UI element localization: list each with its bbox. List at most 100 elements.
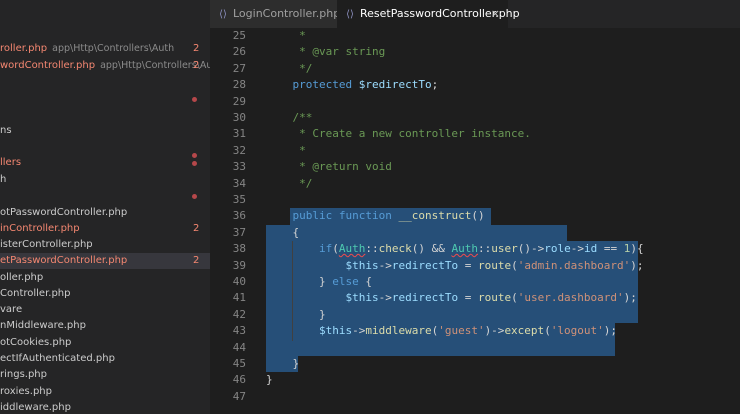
explorer-file-row[interactable]: otPasswordController.php (0, 205, 210, 221)
code-token: = (458, 291, 478, 305)
code-line: 34 */ (210, 176, 740, 192)
code-token: :: (477, 242, 492, 256)
code-token: middleware (365, 324, 432, 338)
file-name: roller.php (0, 43, 48, 54)
code-token: )-> (484, 324, 505, 338)
error-dot-icon (192, 161, 197, 166)
code-line: 43 $this->middleware('guest')->except('l… (210, 323, 740, 339)
explorer-file-row[interactable]: rings.php (0, 367, 210, 383)
explorer-file-row[interactable]: inController.php 2 (0, 221, 210, 237)
tab-login-controller[interactable]: ⟨⟩ LoginController.php (210, 0, 341, 28)
explorer-file-row[interactable]: Controller.php (0, 286, 210, 302)
file-name: isterController.php (0, 239, 93, 250)
code-text: } (266, 372, 273, 388)
file-name: Controller.php (0, 288, 71, 299)
code-token: () (471, 209, 485, 223)
code-line: 36 public function __construct() (210, 208, 740, 224)
code-token: protected (266, 78, 359, 92)
line-number: 35 (232, 193, 246, 206)
code-text: */ (266, 176, 312, 192)
code-text: * @return void (266, 159, 392, 175)
explorer-file-row[interactable]: ns (0, 123, 210, 139)
code-token: ); (630, 258, 644, 272)
code-token: ){ (630, 242, 644, 256)
explorer-file-row[interactable]: ectIfAuthenticated.php (0, 351, 210, 367)
code-line: 32 * (210, 143, 740, 159)
code-line: 25 * (210, 28, 740, 44)
file-name: inController.php (0, 223, 80, 234)
code-token: id (583, 242, 598, 256)
code-token: check (378, 242, 412, 256)
explorer-file-row[interactable]: h (0, 172, 210, 188)
explorer-file-row[interactable] (0, 107, 210, 123)
code-token: = (458, 258, 478, 272)
code-editor[interactable]: 25 * 26 * @var string 27 */28 protected $r… (210, 28, 740, 414)
code-token: ( (511, 258, 518, 272)
explorer-file-row[interactable]: roller.php app\Http\Controllers\Auth 2 (0, 41, 210, 57)
line-number: 33 (232, 160, 246, 174)
code-text: } else { (266, 274, 372, 290)
line-number: 29 (232, 94, 246, 108)
code-token: role (544, 242, 571, 256)
code-line: 45 } (210, 356, 740, 372)
explorer-file-row[interactable]: nMiddleware.php (0, 318, 210, 334)
explorer-file-row[interactable]: otCookies.php (0, 335, 210, 351)
line-number: 30 (232, 111, 246, 124)
code-token: route (477, 291, 512, 305)
code-token: Auth (451, 242, 478, 256)
explorer-file-row[interactable]: wordController.php app\Http\Controllers\A… (0, 58, 210, 74)
code-line: 29 (210, 94, 740, 110)
code-text: /** (266, 110, 312, 126)
line-number: 46 (232, 373, 246, 387)
code-token: user (491, 242, 518, 256)
file-name: ectIfAuthenticated.php (0, 353, 115, 364)
code-token: } (266, 275, 333, 288)
line-number: 27 (232, 61, 246, 75)
code-token: except (504, 324, 545, 338)
code-text: public function __construct() (266, 208, 485, 224)
tab-label: LoginController.php (233, 7, 341, 20)
code-token: } (266, 357, 300, 370)
explorer-file-row[interactable]: roxies.php (0, 384, 210, 400)
explorer-file-row[interactable]: iddleware.php (0, 400, 210, 414)
error-dot-icon (192, 194, 197, 199)
code-line: 37 { (210, 225, 740, 241)
explorer-file-row[interactable]: llers (0, 155, 210, 171)
code-token: } (266, 373, 273, 387)
code-line: 26 * @var string (210, 44, 740, 60)
code-token: ( (511, 291, 518, 305)
problem-count-badge: 2 (193, 223, 200, 234)
close-icon[interactable]: × (491, 0, 500, 28)
file-name: wordController.php (0, 60, 96, 71)
explorer-file-row[interactable] (0, 91, 210, 107)
explorer-file-row[interactable]: oller.php (0, 270, 210, 286)
file-name: otCookies.php (0, 337, 72, 348)
code-token: } (266, 307, 326, 321)
code-line: 27 */ (210, 61, 740, 77)
explorer-file-row[interactable]: etPasswordController.php 2 (0, 253, 210, 269)
file-name: roxies.php (0, 386, 52, 397)
line-number: 42 (232, 307, 246, 321)
code-text: * Create a new controller instance. (266, 126, 531, 142)
code-token: 'user.dashboard' (517, 291, 624, 305)
code-token: -> (378, 258, 392, 272)
problem-count-badge: 2 (193, 255, 200, 266)
code-line: 40 } else { (210, 274, 740, 290)
file-name: rings.php (0, 369, 47, 380)
code-text: */ (266, 61, 312, 77)
code-token: route (477, 258, 512, 272)
explorer-file-row[interactable] (0, 188, 210, 204)
line-number: 32 (232, 143, 246, 157)
file-name: ns (0, 125, 12, 136)
code-token: $this (266, 258, 379, 272)
code-token: ( (332, 242, 339, 256)
code-token: /** (266, 111, 313, 124)
explorer-file-row[interactable]: vare (0, 302, 210, 318)
code-token: if (266, 242, 333, 256)
tab-reset-password-controller[interactable]: ⟨⟩ ResetPasswordController.php × (337, 0, 520, 28)
code-token: 'guest' (438, 324, 485, 338)
code-token: :: (365, 242, 379, 256)
explorer-file-row[interactable]: isterController.php (0, 237, 210, 253)
php-file-icon: ⟨⟩ (219, 9, 227, 20)
